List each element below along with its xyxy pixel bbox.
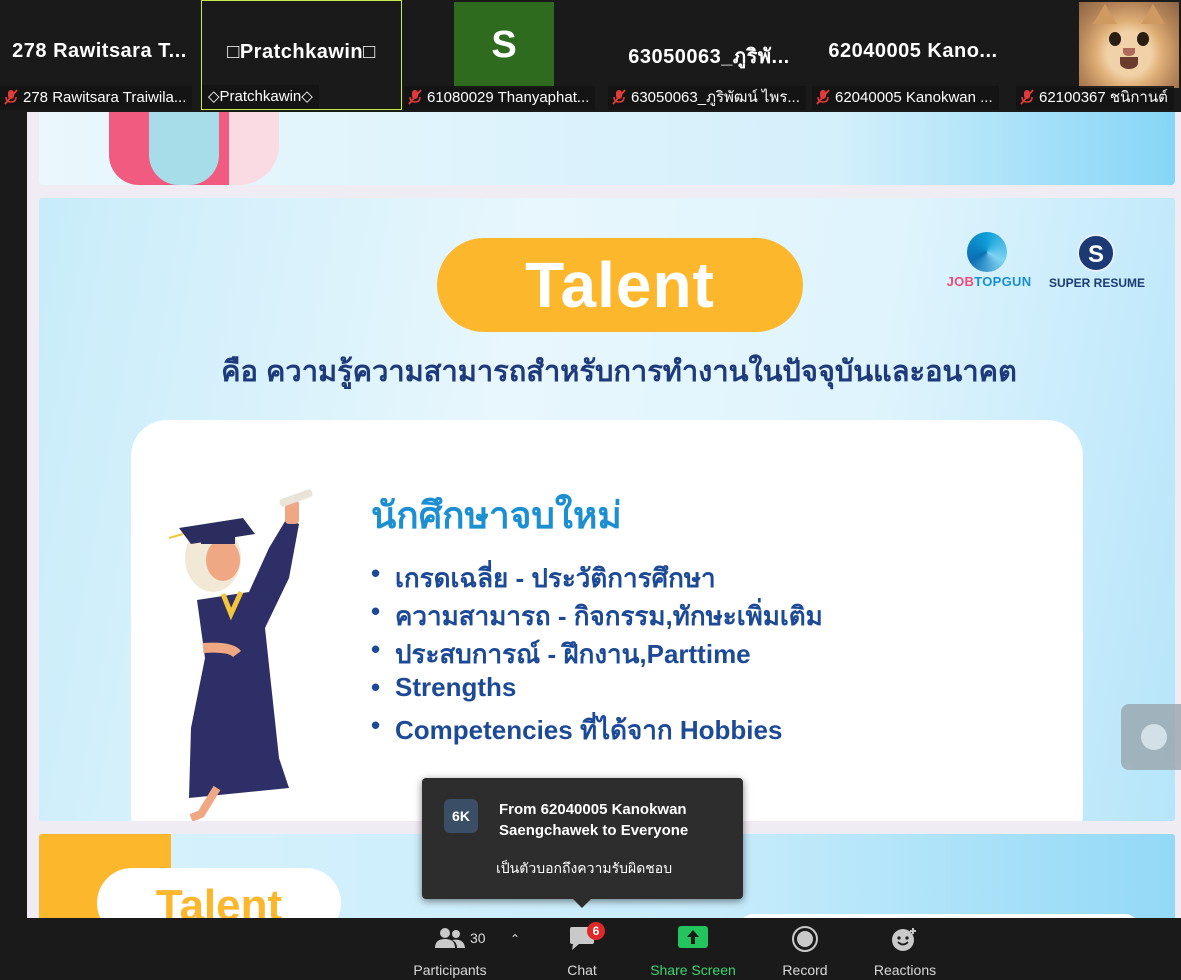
slide-title: Talent — [437, 238, 803, 332]
participant-tile[interactable]: 278 Rawitsara T... 278 Rawitsara Traiwil… — [0, 0, 199, 110]
super-resume-logo: S SUPER RESUME — [1047, 232, 1147, 294]
sender-avatar: 6K — [444, 799, 478, 833]
bullet-item: Strengths — [371, 672, 1071, 710]
bullet-item: Competencies ที่ได้จาก Hobbies — [371, 710, 1071, 748]
participant-video-cat — [1079, 2, 1179, 88]
chat-label: Chat — [567, 962, 597, 978]
caption-text: 62040005 Kanokwan ... — [835, 89, 993, 106]
meeting-toolbar: Participants 30 ⌃ Chat 6 Share Screen Re… — [0, 918, 1181, 980]
chat-unread-badge: 6 — [587, 922, 605, 940]
record-icon — [792, 926, 818, 952]
share-screen-icon — [678, 926, 708, 948]
participant-caption: 61080029 Thanyaphat... — [404, 86, 596, 110]
video-gallery-strip: 278 Rawitsara T... 278 Rawitsara Traiwil… — [0, 0, 1181, 112]
reactions-icon — [892, 928, 916, 951]
jobtopgun-logo: JOBTOPGUN — [939, 232, 1039, 294]
caption-text: 278 Rawitsara Traiwila... — [23, 89, 187, 106]
participant-caption: 278 Rawitsara Traiwila... — [0, 86, 193, 110]
reactions-button[interactable]: Reactions — [866, 918, 944, 980]
card-title: นักศึกษาจบใหม่ — [371, 495, 622, 536]
floating-panel-handle[interactable] — [1121, 704, 1181, 770]
caption-text: 63050063_ภูริพัฒน์ ไพร... — [631, 89, 800, 106]
participant-caption: 62100367 ชนิกานต์ — [1016, 86, 1174, 110]
caption-text: 62100367 ชนิกานต์ — [1039, 89, 1168, 106]
participant-tile-active-speaker[interactable]: □Pratchkawin□ ◇Pratchkawin◇ — [201, 0, 402, 110]
share-screen-label: Share Screen — [650, 962, 736, 978]
bullet-item: ความสามารถ - กิจกรรม,ทักษะเพิ่มเติม — [371, 596, 1071, 634]
chat-message-text: เป็นตัวบอกถึงความรับผิดชอบ — [496, 860, 673, 876]
participant-tile[interactable]: S 61080029 Thanyaphat... — [404, 0, 606, 110]
caption-text: ◇Pratchkawin◇ — [208, 88, 313, 105]
bullet-item: ประสบการณ์ - ฝึกงาน,Parttime — [371, 634, 1071, 672]
muted-mic-icon — [4, 89, 18, 105]
muted-mic-icon — [816, 89, 830, 105]
chat-sender-line: From 62040005 Kanokwan Saengchawek to Ev… — [499, 801, 689, 839]
reactions-label: Reactions — [873, 962, 937, 978]
next-slide-title: Talent — [97, 868, 341, 918]
caret-up-icon[interactable]: ⌃ — [508, 932, 522, 946]
logo-text-super-resume: SUPER RESUME — [1048, 276, 1146, 290]
participant-name-large: 278 Rawitsara T... — [12, 40, 187, 62]
previous-slide-partial — [39, 112, 1175, 185]
bullet-list: เกรดเฉลี่ย - ประวัติการศึกษา ความสามารถ … — [371, 558, 1071, 748]
participant-caption: 62040005 Kanokwan ... — [812, 86, 999, 110]
participant-tile[interactable]: 62040005 Kano... 62040005 Kanokwan ... — [812, 0, 1014, 110]
chat-notification-toast[interactable]: 6K From 62040005 Kanokwan Saengchawek to… — [422, 778, 743, 908]
caption-text: 61080029 Thanyaphat... — [427, 89, 590, 106]
muted-mic-icon — [408, 89, 422, 105]
record-button[interactable]: Record — [775, 918, 835, 980]
muted-mic-icon — [1020, 89, 1034, 105]
record-label: Record — [782, 962, 828, 978]
participant-avatar: S — [454, 2, 554, 88]
participant-caption: 63050063_ภูริพัฒน์ ไพร... — [608, 86, 806, 110]
slide-subtitle: คือ ความรู้ความสามารถสำหรับการทำงานในปัจ… — [221, 356, 1017, 388]
participants-icon — [435, 928, 465, 948]
participants-button[interactable]: Participants — [405, 918, 495, 980]
muted-mic-icon — [612, 89, 626, 105]
participant-name-large: 62040005 Kano... — [828, 40, 998, 62]
participant-tile[interactable]: 63050063_ภูริพั... 63050063_ภูริพัฒน์ ไพ… — [608, 0, 810, 110]
bullet-item: เกรดเฉลี่ย - ประวัติการศึกษา — [371, 558, 1071, 596]
logo-text-job: JOB — [946, 274, 975, 289]
logo-text-topgun: TOPGUN — [974, 274, 1032, 289]
graduate-illustration — [168, 489, 313, 821]
participant-caption: ◇Pratchkawin◇ — [202, 85, 319, 109]
participants-count: 30 — [470, 930, 486, 946]
participant-tile[interactable]: 62100367 ชนิกานต์ — [1016, 0, 1181, 110]
participant-name-large: 63050063_ภูริพั... — [628, 46, 790, 68]
participants-label: Participants — [413, 962, 487, 978]
share-screen-button[interactable]: Share Screen — [643, 918, 743, 980]
current-slide: Talent JOBTOPGUN S SUPER RESUME คือ ความ… — [39, 198, 1175, 821]
super-resume-badge: S — [1077, 234, 1115, 272]
participant-name-large: □Pratchkawin□ — [227, 41, 376, 63]
zoom-meeting-window: 278 Rawitsara T... 278 Rawitsara Traiwil… — [0, 0, 1181, 980]
